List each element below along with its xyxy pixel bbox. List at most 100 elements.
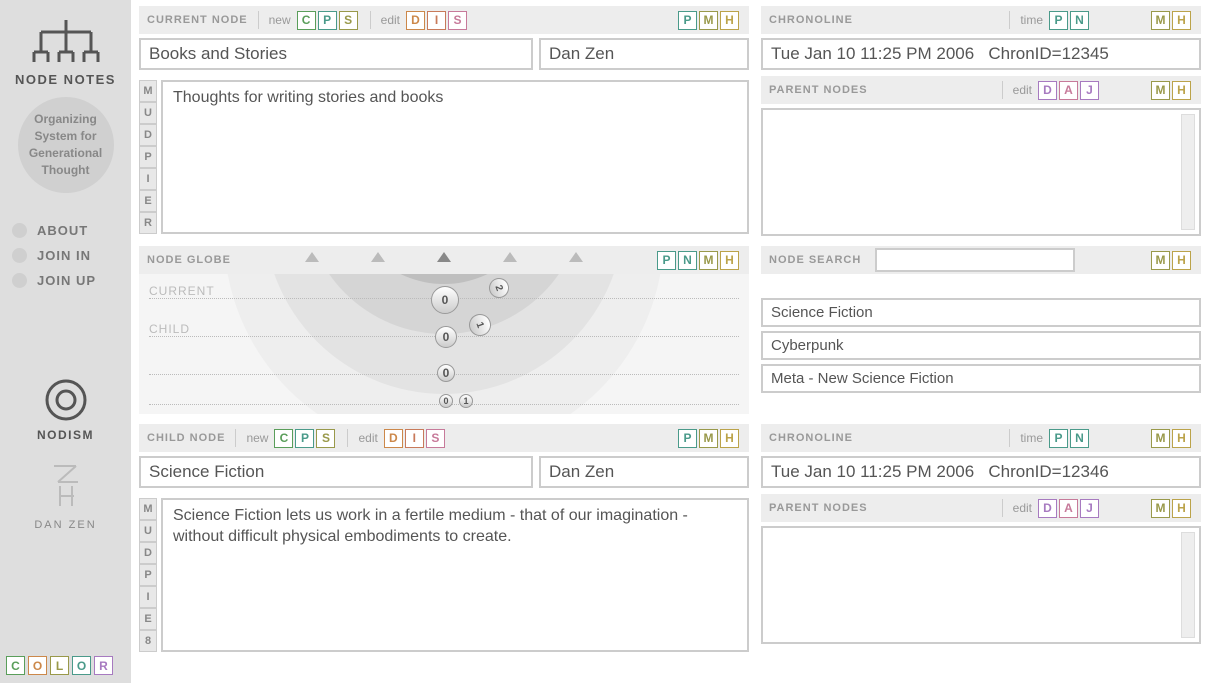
- new-p-chip[interactable]: P: [295, 429, 314, 448]
- parent-nodes2-list[interactable]: [761, 526, 1201, 644]
- edit-i-chip[interactable]: I: [405, 429, 424, 448]
- globe-node[interactable]: 1: [459, 394, 473, 408]
- p-vchip[interactable]: P: [139, 564, 157, 586]
- color-chip-r[interactable]: R: [94, 656, 113, 675]
- edit-a-chip[interactable]: A: [1059, 81, 1078, 100]
- node-globe[interactable]: CURRENT CHILD 0 0 0 0 1 2 1: [139, 274, 749, 414]
- time-p-chip[interactable]: P: [1049, 11, 1068, 30]
- globe-node[interactable]: 0: [439, 394, 453, 408]
- r-vchip[interactable]: R: [139, 212, 157, 234]
- globe-node[interactable]: 0: [437, 364, 455, 382]
- edit-j-chip[interactable]: J: [1080, 499, 1099, 518]
- p-chip[interactable]: P: [678, 429, 697, 448]
- e-vchip[interactable]: E: [139, 608, 157, 630]
- new-c-chip[interactable]: C: [274, 429, 293, 448]
- main: CURRENT NODE new C P S edit D I S P M H …: [131, 0, 1217, 683]
- up-arrow-icon[interactable]: [437, 252, 451, 262]
- u-vchip[interactable]: U: [139, 520, 157, 542]
- current-author-input[interactable]: [539, 38, 749, 70]
- child-notes[interactable]: [161, 498, 749, 652]
- m-vchip[interactable]: M: [139, 498, 157, 520]
- d-vchip[interactable]: D: [139, 542, 157, 564]
- bullet-icon: [12, 248, 27, 263]
- search-input[interactable]: [875, 248, 1075, 272]
- time-p-chip[interactable]: P: [1049, 429, 1068, 448]
- chrono1-input[interactable]: [761, 38, 1201, 70]
- new-s-chip[interactable]: S: [316, 429, 335, 448]
- up-arrow-icon[interactable]: [569, 252, 583, 262]
- m-chip[interactable]: M: [1151, 81, 1170, 100]
- h-chip[interactable]: H: [1172, 429, 1191, 448]
- color-chip-o2[interactable]: O: [72, 656, 91, 675]
- globe-node[interactable]: 0: [435, 326, 457, 348]
- edit-i-chip[interactable]: I: [427, 11, 446, 30]
- edit-d-chip[interactable]: D: [1038, 81, 1057, 100]
- logo-icon: [0, 18, 131, 68]
- u-vchip[interactable]: U: [139, 102, 157, 124]
- parent-nodes-list[interactable]: [761, 108, 1201, 236]
- 8-vchip[interactable]: 8: [139, 630, 157, 652]
- m-chip[interactable]: M: [699, 429, 718, 448]
- up-arrow-icon[interactable]: [503, 252, 517, 262]
- up-arrow-icon[interactable]: [371, 252, 385, 262]
- edit-s-chip[interactable]: S: [426, 429, 445, 448]
- h-chip[interactable]: H: [1172, 499, 1191, 518]
- color-chip-l[interactable]: L: [50, 656, 69, 675]
- current-title-input[interactable]: [139, 38, 533, 70]
- tagline: Organizing System for Generational Thoug…: [18, 97, 114, 193]
- parent-nodes-bar: PARENT NODES edit D A J M H: [761, 76, 1201, 104]
- danzen-icon: [46, 460, 86, 510]
- nodism-block[interactable]: NODISM: [0, 378, 131, 442]
- new-s-chip[interactable]: S: [339, 11, 358, 30]
- child-node-bar: CHILD NODE new C P S edit D I S P M H: [139, 424, 749, 452]
- edit-d-chip[interactable]: D: [406, 11, 425, 30]
- e-vchip[interactable]: E: [139, 190, 157, 212]
- edit-a-chip[interactable]: A: [1059, 499, 1078, 518]
- edit-d-chip[interactable]: D: [1038, 499, 1057, 518]
- m-chip[interactable]: M: [1151, 499, 1170, 518]
- chrono2-input[interactable]: [761, 456, 1201, 488]
- m-chip[interactable]: M: [699, 11, 718, 30]
- h-chip[interactable]: H: [1172, 81, 1191, 100]
- child-author-input[interactable]: [539, 456, 749, 488]
- edit-d-chip[interactable]: D: [384, 429, 403, 448]
- bullet-icon: [12, 273, 27, 288]
- globe-node[interactable]: 0: [431, 286, 459, 314]
- node-globe-bar: NODE GLOBE P N M H: [139, 246, 749, 274]
- h-chip[interactable]: H: [720, 11, 739, 30]
- m-chip[interactable]: M: [1151, 429, 1170, 448]
- h-chip[interactable]: H: [720, 429, 739, 448]
- nodism-icon: [0, 378, 131, 422]
- search-result[interactable]: Cyberpunk: [761, 331, 1201, 360]
- current-notes[interactable]: [161, 80, 749, 234]
- menu-join-in[interactable]: JOIN IN: [12, 248, 131, 263]
- edit-s-chip[interactable]: S: [448, 11, 467, 30]
- p-vchip[interactable]: P: [139, 146, 157, 168]
- p-chip[interactable]: P: [678, 11, 697, 30]
- menu-join-up[interactable]: JOIN UP: [12, 273, 131, 288]
- h-chip[interactable]: H: [1172, 251, 1191, 270]
- color-chip-c[interactable]: C: [6, 656, 25, 675]
- edit-j-chip[interactable]: J: [1080, 81, 1099, 100]
- m-chip[interactable]: M: [1151, 251, 1170, 270]
- h-chip[interactable]: H: [1172, 11, 1191, 30]
- color-chip-o[interactable]: O: [28, 656, 47, 675]
- search-result[interactable]: Meta - New Science Fiction: [761, 364, 1201, 393]
- m-chip[interactable]: M: [1151, 11, 1170, 30]
- current-node-bar: CURRENT NODE new C P S edit D I S P M H: [139, 6, 749, 34]
- sidebar-menu: ABOUT JOIN IN JOIN UP: [0, 223, 131, 288]
- i-vchip[interactable]: I: [139, 168, 157, 190]
- child-title-input[interactable]: [139, 456, 533, 488]
- new-c-chip[interactable]: C: [297, 11, 316, 30]
- d-vchip[interactable]: D: [139, 124, 157, 146]
- i-vchip[interactable]: I: [139, 586, 157, 608]
- time-n-chip[interactable]: N: [1070, 11, 1089, 30]
- time-n-chip[interactable]: N: [1070, 429, 1089, 448]
- up-arrow-icon[interactable]: [305, 252, 319, 262]
- m-vchip[interactable]: M: [139, 80, 157, 102]
- search-result[interactable]: Science Fiction: [761, 298, 1201, 327]
- mudpier-stack: M U D P I E R: [139, 80, 157, 234]
- danzen-block[interactable]: DAN ZEN: [0, 460, 131, 531]
- menu-about[interactable]: ABOUT: [12, 223, 131, 238]
- new-p-chip[interactable]: P: [318, 11, 337, 30]
